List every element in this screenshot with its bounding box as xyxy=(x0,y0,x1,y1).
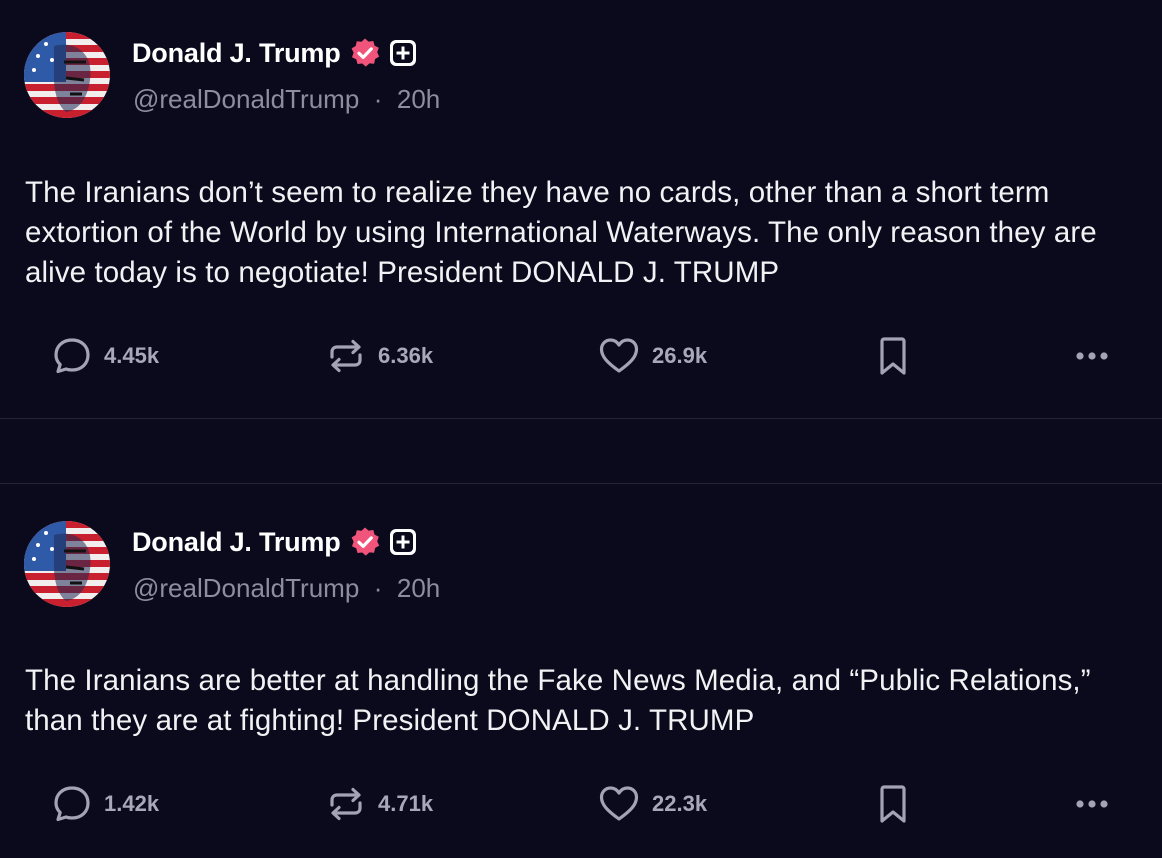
post-card[interactable]: Donald J. Trump @realDonaldTrump · 20h T… xyxy=(0,484,1162,858)
heart-icon xyxy=(599,338,639,373)
ellipsis-icon xyxy=(1076,800,1108,808)
bookmark-button[interactable] xyxy=(876,334,910,378)
author-handle[interactable]: @realDonaldTrump xyxy=(133,573,359,603)
reply-button[interactable]: 4.45k xyxy=(52,334,159,378)
heart-icon xyxy=(599,786,639,821)
post-body: The Iranians don’t seem to realize they … xyxy=(25,176,1097,289)
post-time[interactable]: 20h xyxy=(397,84,440,114)
more-options-button[interactable] xyxy=(1072,782,1112,826)
avatar[interactable] xyxy=(24,32,110,118)
like-count: 22.3k xyxy=(652,791,708,816)
speech-bubble-icon xyxy=(54,338,90,374)
author-handle[interactable]: @realDonaldTrump xyxy=(133,84,359,114)
reply-count: 1.42k xyxy=(104,791,160,816)
ellipsis-icon xyxy=(1076,352,1108,360)
author-row: Donald J. Trump xyxy=(132,525,417,559)
repost-count: 4.71k xyxy=(378,791,434,816)
author-name[interactable]: Donald J. Trump xyxy=(132,38,341,69)
action-bar: 1.42k 4.71k 22.3k xyxy=(0,782,1162,826)
repost-button[interactable]: 6.36k xyxy=(326,334,433,378)
plus-badge-icon xyxy=(389,39,417,67)
plus-badge-icon xyxy=(389,528,417,556)
reply-count: 4.45k xyxy=(104,343,160,368)
handle-row: @realDonaldTrump · 20h xyxy=(133,573,440,604)
author-name[interactable]: Donald J. Trump xyxy=(132,527,341,558)
verified-badge-icon xyxy=(349,526,381,558)
meta-separator: · xyxy=(366,84,390,114)
action-bar: 4.45k 6.36k 26.9k xyxy=(0,334,1162,378)
repost-button[interactable]: 4.71k xyxy=(326,782,433,826)
like-count: 26.9k xyxy=(652,343,708,368)
avatar[interactable] xyxy=(24,521,110,607)
meta-separator: · xyxy=(366,573,390,603)
repost-arrows-icon xyxy=(330,339,362,373)
avatar-flag-portrait-image xyxy=(24,521,110,607)
more-options-button[interactable] xyxy=(1072,334,1112,378)
repost-arrows-icon xyxy=(330,787,362,821)
bookmark-button[interactable] xyxy=(876,782,910,826)
verified-badge-icon xyxy=(349,37,381,69)
avatar-flag-portrait-image xyxy=(24,32,110,118)
post-card[interactable]: Donald J. Trump @realDonaldTrump · 20h T… xyxy=(0,0,1162,418)
bookmark-icon xyxy=(880,785,906,823)
author-row: Donald J. Trump xyxy=(132,36,417,70)
handle-row: @realDonaldTrump · 20h xyxy=(133,84,440,115)
like-button[interactable]: 22.3k xyxy=(598,782,707,826)
reply-button[interactable]: 1.42k xyxy=(52,782,159,826)
repost-count: 6.36k xyxy=(378,343,434,368)
like-button[interactable]: 26.9k xyxy=(598,334,707,378)
post-divider xyxy=(0,418,1162,419)
speech-bubble-icon xyxy=(54,786,90,822)
post-body: The Iranians are better at handling the … xyxy=(25,664,1091,737)
bookmark-icon xyxy=(880,337,906,375)
post-time[interactable]: 20h xyxy=(397,573,440,603)
